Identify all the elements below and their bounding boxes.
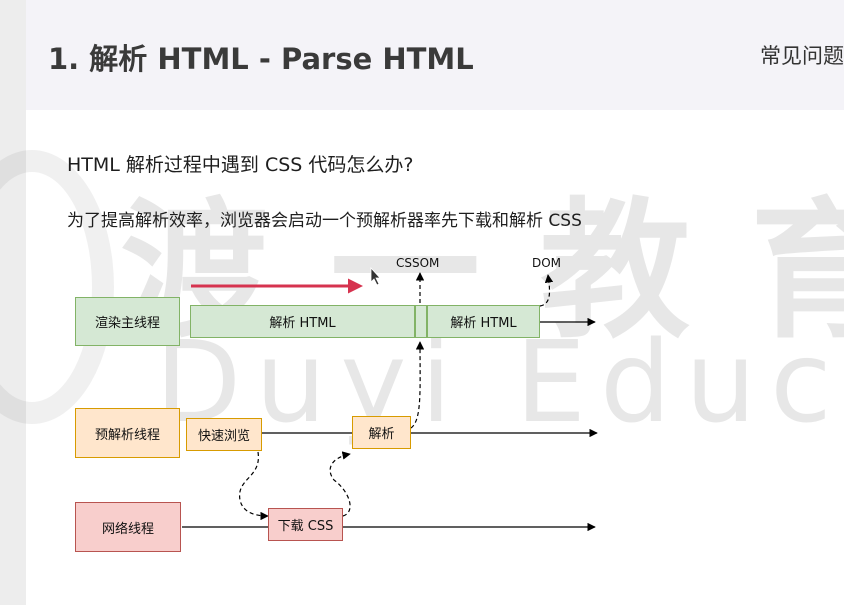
block-quick-browse: 快速浏览 [186, 418, 262, 451]
slide: 1. 解析 HTML - Parse HTML 常见问题 渡一教育 Duyi E… [0, 0, 844, 605]
block-pause-css [415, 305, 427, 338]
download-to-parse-connector [329, 451, 351, 517]
block-download-css: 下载 CSS [268, 508, 343, 541]
label-cssom: CSSOM [396, 256, 440, 270]
quick-to-download-connector [239, 451, 269, 521]
render-to-dom-connector [539, 274, 554, 307]
block-parse-css: 解析 [352, 416, 411, 449]
label-dom: DOM [532, 256, 562, 270]
parse-to-cssom-connector [410, 341, 425, 429]
lane-preparse-thread: 预解析线程 [75, 408, 180, 458]
block-parse-html-1: 解析 HTML [190, 305, 415, 338]
lane-render-main-thread: 渲染主线程 [75, 297, 180, 346]
block-parse-html-2: 解析 HTML [427, 305, 540, 338]
lane-network-thread: 网络线程 [75, 502, 181, 552]
mouse-cursor-icon [370, 266, 381, 286]
